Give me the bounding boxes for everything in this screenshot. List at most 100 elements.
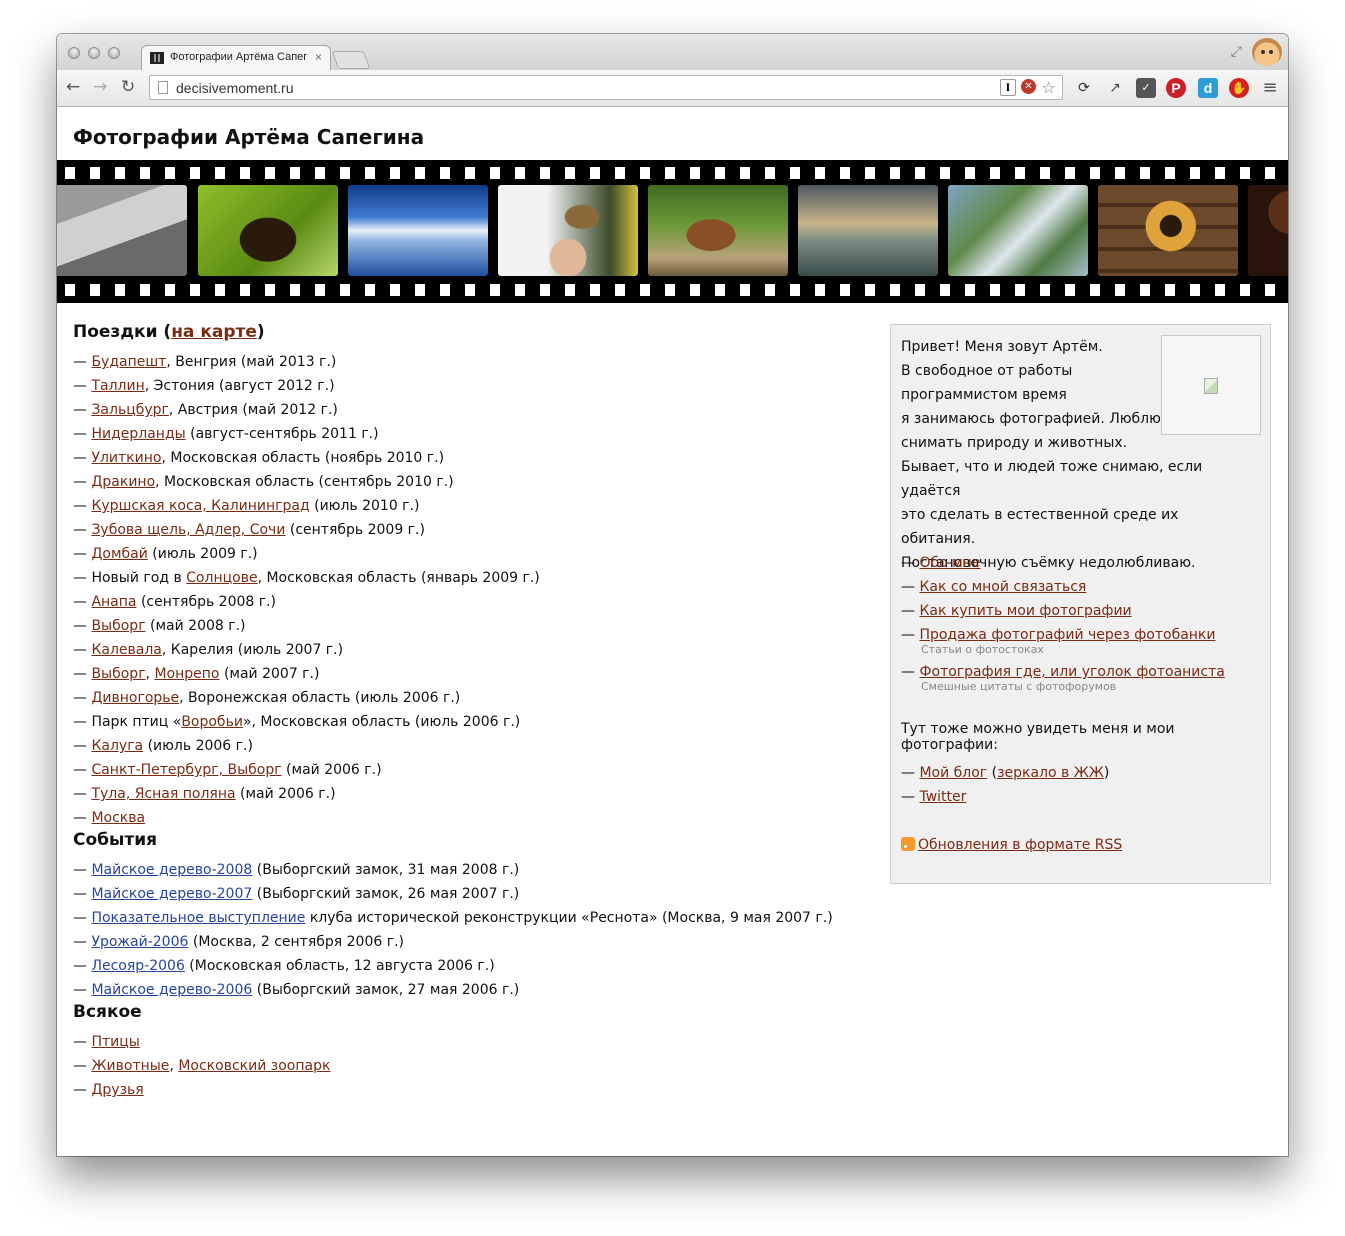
menu-icon[interactable]: ≡ [1260, 78, 1280, 98]
item-link[interactable]: Майское дерево-2008 [91, 862, 252, 878]
item-details: (сентябрь 2009 г.) [285, 522, 425, 538]
dash: — [73, 594, 87, 610]
tab-close-icon[interactable]: × [315, 50, 322, 64]
browser-toolbar: ← → ↻ decisivemoment.ru I ✕ ☆ ⟳ ↗ ✓ P d … [57, 70, 1288, 107]
item-link[interactable]: Анапа [91, 594, 136, 610]
tab-title: Фотографии Артёма Сапегина [170, 51, 308, 63]
item-link[interactable]: Зубова щель, Адлер, Сочи [91, 522, 285, 538]
sidebar-link[interactable]: Как со мной связаться [919, 579, 1086, 595]
sidebar-link[interactable]: Обо мне [919, 555, 980, 571]
list-item: — Зальцбург, Австрия (май 2012 г.) [73, 398, 873, 422]
item-link[interactable]: Дракино [91, 474, 155, 490]
mountain-hiker-photo[interactable] [948, 185, 1088, 276]
pocket-icon[interactable]: ✓ [1136, 78, 1156, 98]
pinterest-icon[interactable]: P [1166, 78, 1186, 98]
sidebar-link-row: — Обо мне [901, 555, 981, 571]
list-item: — Нидерланды (август-сентябрь 2011 г.) [73, 422, 873, 446]
forward-arrow-icon[interactable]: → [93, 78, 107, 96]
item-link[interactable]: Лесояр-2006 [91, 958, 184, 974]
item-link[interactable]: Нидерланды [91, 426, 185, 442]
item-link[interactable]: Домбай [91, 546, 147, 562]
fullscreen-icon[interactable]: ⤢ [1231, 44, 1242, 60]
item-link[interactable]: Калевала [91, 642, 161, 658]
item-link[interactable]: Таллин [91, 378, 144, 394]
legs-photo[interactable] [57, 185, 187, 276]
intro-line: это сделать в естественной среде их обит… [901, 507, 1179, 547]
rss-link[interactable]: Обновления в формате RSS [918, 837, 1122, 853]
bookmark-star-icon[interactable]: ☆ [1040, 79, 1057, 96]
address-bar[interactable]: decisivemoment.ru I ✕ ☆ [149, 75, 1063, 100]
item-link[interactable]: Будапешт [91, 354, 166, 370]
wooden-window-photo[interactable] [1098, 185, 1238, 276]
item-link[interactable]: Урожай-2006 [91, 934, 188, 950]
adblock-icon[interactable]: ✋ [1229, 78, 1249, 98]
close-window-button[interactable] [68, 47, 80, 59]
item-link[interactable]: Выборг [91, 618, 145, 634]
intro-line: Бывает, что и людей тоже снимаю, если уд… [901, 459, 1203, 499]
blocked-icon[interactable]: ✕ [1021, 79, 1036, 94]
lj-mirror-link[interactable]: зеркало в ЖЖ [997, 765, 1104, 781]
zoom-window-button[interactable] [108, 47, 120, 59]
horse-photo[interactable] [648, 185, 788, 276]
sidebar-link[interactable]: Как купить мои фотографии [919, 603, 1131, 619]
item-link[interactable]: Солнцове [186, 570, 257, 586]
minimize-window-button[interactable] [88, 47, 100, 59]
tab-strip: Фотографии Артёма Сапегина × ⤢ [57, 34, 1288, 71]
item-link[interactable]: Друзья [91, 1082, 143, 1098]
item-link-secondary[interactable]: Монрепо [154, 666, 219, 682]
sidebar-link[interactable]: Продажа фотографий через фотобанки [919, 627, 1215, 643]
item-link[interactable]: Калуга [91, 738, 143, 754]
dash: — [73, 546, 87, 562]
list-item: — Дивногорье, Воронежская область (июль … [73, 686, 873, 710]
list-item: — Майское дерево-2008 (Выборгский замок,… [73, 858, 873, 882]
item-separator: , [169, 1058, 179, 1074]
item-link-secondary[interactable]: Московский зоопарк [178, 1058, 330, 1074]
item-link[interactable]: Майское дерево-2006 [91, 982, 252, 998]
item-details: клуба исторической реконструкции «Реснот… [305, 910, 833, 926]
beavers-photo[interactable] [198, 185, 338, 276]
item-link[interactable]: Выборг [91, 666, 145, 682]
delicious-icon[interactable]: d [1198, 78, 1218, 98]
item-link[interactable]: Воробьи [181, 714, 243, 730]
dash: — [73, 862, 87, 878]
dash: — [73, 910, 87, 926]
sky-lake-photo[interactable] [348, 185, 488, 276]
profile-avatar-icon[interactable] [1252, 38, 1282, 66]
item-link[interactable]: Птицы [91, 1034, 139, 1050]
item-link[interactable]: Улиткино [91, 450, 161, 466]
blog-link[interactable]: Мой блог [919, 765, 987, 781]
rss-icon[interactable] [901, 837, 915, 851]
instapaper-icon[interactable]: I [1000, 79, 1016, 96]
dash: — [73, 1034, 87, 1050]
url-text[interactable]: decisivemoment.ru [176, 80, 294, 96]
item-link[interactable]: Москва [91, 810, 145, 826]
reload-icon[interactable]: ↻ [121, 78, 135, 96]
new-tab-button[interactable] [331, 51, 371, 69]
share-extension-icon[interactable]: ↗ [1105, 78, 1125, 98]
item-link[interactable]: Дивногорье [91, 690, 179, 706]
map-link[interactable]: на карте [171, 322, 257, 342]
list-item: — Анапа (сентябрь 2008 г.) [73, 590, 873, 614]
coffee-beans-photo[interactable] [1248, 185, 1288, 276]
item-link[interactable]: Показательное выступление [91, 910, 305, 926]
item-link[interactable]: Санкт-Петербург, Выборг [91, 762, 281, 778]
list-item: — Выборг, Монрепо (май 2007 г.) [73, 662, 873, 686]
sync-extension-icon[interactable]: ⟳ [1074, 78, 1094, 98]
external-links: — Мой блог (зеркало в ЖЖ) — Twitter [901, 761, 1109, 809]
bird-hand-photo[interactable] [498, 185, 638, 276]
back-arrow-icon[interactable]: ← [66, 78, 80, 96]
blog-paren-open: ( [987, 765, 998, 781]
twitter-link[interactable]: Twitter [919, 789, 966, 805]
item-link[interactable]: Тула, Ясная поляна [91, 786, 235, 802]
item-details: , Воронежская область (июль 2006 г.) [179, 690, 461, 706]
item-link[interactable]: Куршская коса, Калининград [91, 498, 309, 514]
avatar [1161, 335, 1261, 435]
browser-tab[interactable]: Фотографии Артёма Сапегина × [141, 45, 331, 71]
sea-shore-photo[interactable] [798, 185, 938, 276]
item-link[interactable]: Животные [91, 1058, 169, 1074]
item-details: (август-сентябрь 2011 г.) [185, 426, 379, 442]
item-link[interactable]: Зальцбург [91, 402, 168, 418]
sidebar-link[interactable]: Фотография где, или уголок фотоаниста [919, 664, 1224, 680]
item-link[interactable]: Майское дерево-2007 [91, 886, 252, 902]
list-item: — Лесояр-2006 (Московская область, 12 ав… [73, 954, 873, 978]
